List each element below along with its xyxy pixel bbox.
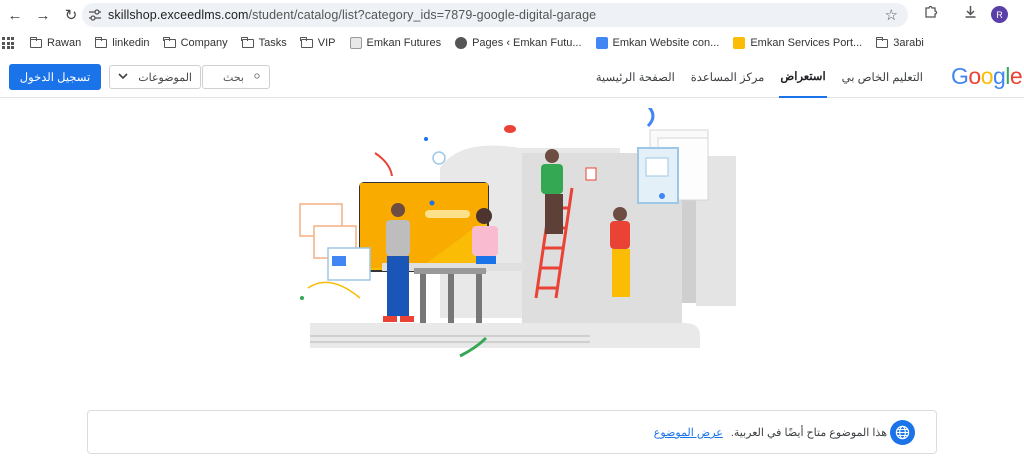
banner-message: هذا الموضوع متاح أيضًا في العربية. عرض ال…: [654, 426, 887, 439]
nav-browse[interactable]: استعراض: [779, 56, 827, 98]
folder-icon: [29, 36, 42, 48]
bookmark-tasks[interactable]: Tasks: [241, 36, 287, 49]
bookmark-label: Emkan Services Port...: [750, 37, 863, 49]
back-arrow-icon[interactable]: ←: [2, 2, 28, 28]
search-placeholder: بحث: [223, 71, 244, 84]
browser-toolbar: ← → ↻ skillshop.exceedlms.com/student/ca…: [0, 0, 1024, 30]
folder-icon: [875, 36, 889, 48]
site-settings-icon[interactable]: [82, 9, 108, 21]
bookmark-label: Emkan Website con...: [612, 37, 720, 49]
bookmark-label: Rawan: [47, 37, 82, 49]
bookmark-label: 3arabi: [893, 37, 924, 49]
bookmark-3arabi[interactable]: 3arabi: [875, 36, 924, 49]
bookmark-company[interactable]: Company: [163, 36, 228, 49]
address-bar[interactable]: skillshop.exceedlms.com/student/catalog/…: [82, 3, 908, 27]
nav-home[interactable]: الصفحة الرئيسية: [595, 56, 676, 98]
bookmark-label: Pages ‹ Emkan Futu...: [472, 37, 582, 49]
bookmark-linkedin[interactable]: linkedin: [94, 36, 150, 49]
search-icon: [254, 71, 261, 83]
folder-icon: [94, 36, 108, 48]
reload-icon[interactable]: ↻: [58, 2, 84, 28]
folder-icon: [163, 36, 176, 48]
view-topic-link[interactable]: عرض الموضوع: [654, 427, 723, 439]
slides-icon: [733, 37, 746, 49]
login-button[interactable]: تسجيل الدخول: [9, 64, 101, 90]
topics-dropdown[interactable]: الموضوعات: [109, 65, 201, 89]
learning-illustration: [299, 108, 736, 358]
nav-my-learning[interactable]: التعليم الخاص بي: [841, 56, 924, 98]
site-header: تسجيل الدخول الموضوعات بحث الصفحة الرئيس…: [0, 56, 1024, 98]
bookmark-star-icon[interactable]: ☆: [885, 6, 898, 24]
url-text: skillshop.exceedlms.com/student/catalog/…: [108, 8, 596, 22]
site-icon: [349, 37, 362, 49]
bookmark-label: VIP: [317, 37, 336, 49]
bookmark-vip[interactable]: VIP: [300, 36, 336, 49]
bookmark-label: Tasks: [258, 37, 287, 49]
forward-arrow-icon[interactable]: →: [30, 2, 56, 28]
bookmark-rawan[interactable]: Rawan: [29, 36, 82, 49]
url-host: skillshop.exceedlms.com: [108, 8, 249, 22]
docs-icon: [595, 37, 608, 49]
search-input[interactable]: بحث: [202, 65, 270, 89]
nav-help-center[interactable]: مركز المساعدة: [690, 56, 766, 98]
main-nav: الصفحة الرئيسية مركز المساعدة استعراض ال…: [595, 56, 924, 98]
globe-icon: [455, 37, 468, 49]
folder-icon: [241, 36, 254, 48]
apps-grid-icon[interactable]: [2, 37, 14, 49]
bookmark-emkan-website[interactable]: Emkan Website con...: [595, 37, 720, 49]
extensions-icon[interactable]: [923, 4, 938, 22]
chevron-down-icon: [118, 71, 128, 83]
url-path: /student/catalog/list?category_ids=7879-…: [248, 8, 597, 22]
profile-avatar[interactable]: R: [991, 6, 1008, 23]
bookmark-emkan-futures[interactable]: Emkan Futures: [349, 37, 442, 49]
bookmark-emkan-services[interactable]: Emkan Services Port...: [733, 37, 862, 49]
downloads-icon[interactable]: [963, 4, 978, 22]
language-banner: هذا الموضوع متاح أيضًا في العربية. عرض ال…: [87, 410, 937, 454]
google-logo[interactable]: Google: [951, 63, 1023, 90]
bookmarks-bar: Rawan linkedin Company Tasks VIP Emkan F…: [0, 30, 1024, 56]
bookmark-label: linkedin: [112, 37, 150, 49]
bookmark-pages-emkan[interactable]: Pages ‹ Emkan Futu...: [455, 37, 582, 49]
bookmark-label: Emkan Futures: [366, 37, 442, 49]
globe-icon: [890, 420, 915, 445]
folder-icon: [300, 36, 313, 48]
bookmark-label: Company: [180, 37, 228, 49]
banner-text: هذا الموضوع متاح أيضًا في العربية.: [730, 427, 887, 439]
topics-label: الموضوعات: [138, 71, 192, 84]
